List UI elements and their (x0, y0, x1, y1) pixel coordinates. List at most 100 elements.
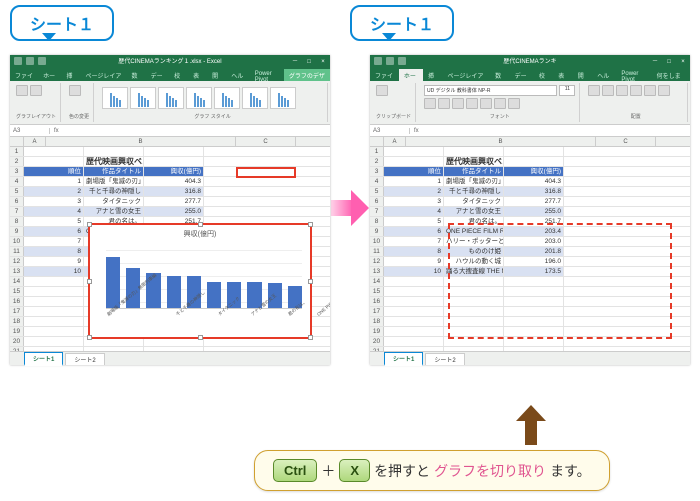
sheet-tabs[interactable]: シート1 シート2 (10, 351, 330, 365)
resize-handle-e[interactable] (308, 279, 313, 284)
tab-view[interactable]: 表示 (188, 69, 207, 81)
tab-developer[interactable]: 開発 (207, 69, 226, 81)
ribbon-group-chart-styles[interactable]: グラフ スタイル (98, 83, 328, 122)
window-controls[interactable]: －□× (288, 55, 330, 69)
ribbon-group-font[interactable]: UD デジタル 教科書体 NP-R 11 フォント (420, 83, 580, 122)
tag-tail-right (382, 33, 396, 41)
tab-powerpivot[interactable]: Power Pivot (250, 69, 284, 81)
formula-bar[interactable]: A3 fx (10, 125, 330, 137)
ribbon-group-layout[interactable]: グラフレイアウト (12, 83, 61, 122)
sheet-title: 歴代映画興収ベスト１０ (84, 157, 144, 166)
column-headers[interactable]: ABC (370, 137, 690, 147)
close-icon[interactable]: × (676, 55, 690, 69)
resize-handle-s[interactable] (198, 335, 203, 340)
ribbon-group-alignment[interactable]: 配置 (584, 83, 688, 122)
cut-selection-outline (448, 223, 672, 339)
tab-file[interactable]: ファイル (370, 69, 399, 81)
embedded-chart[interactable]: 興収(億円) 劇場版「鬼滅の刃」無限列車編千と千尋の神隠しタイタニックアナと雪の… (88, 223, 312, 339)
sheet-title: 歴代映画興収ベスト１０ (444, 157, 504, 166)
table-row[interactable]: 63タイタニック277.7 (370, 197, 690, 207)
instruction-caption: Ctrl ＋ X を押すとグラフを切り取ります。 (254, 450, 610, 491)
worksheet-grid[interactable]: ABC 12歴代映画興収ベスト１０3順位作品タイトル興収(億円)41劇場版「鬼滅… (370, 137, 690, 351)
quick-access-toolbar[interactable] (374, 57, 406, 65)
tab-chart-design[interactable]: グラフのデザイン (284, 69, 330, 81)
font-name-select[interactable]: UD デジタル 教科書体 NP-R (424, 85, 557, 96)
sheet-tab-1[interactable]: シート1 (384, 352, 423, 366)
tab-developer[interactable]: 開発 (573, 69, 592, 81)
col-rank-header: 順位 (24, 167, 84, 176)
key-ctrl: Ctrl (273, 459, 317, 482)
tab-data[interactable]: データ (510, 69, 534, 81)
resize-handle-ne[interactable] (308, 222, 313, 227)
resize-handle-se[interactable] (308, 335, 313, 340)
tab-help[interactable]: ヘルプ (592, 69, 616, 81)
caption-text-2: ます。 (550, 461, 591, 481)
tab-page-layout[interactable]: ページレイアウト (81, 69, 127, 81)
resize-handle-w[interactable] (87, 279, 92, 284)
table-row[interactable]: 74アナと雪の女王255.0 (10, 207, 330, 217)
name-box[interactable]: A3 (10, 128, 50, 134)
sheet-tab-1[interactable]: シート1 (24, 352, 63, 366)
tab-insert[interactable]: 挿入 (423, 69, 442, 81)
resize-handle-sw[interactable] (87, 335, 92, 340)
tab-file[interactable]: ファイル (10, 69, 38, 81)
formula-bar[interactable]: A3 fx (370, 125, 690, 137)
sheet-tab-2[interactable]: シート2 (425, 353, 464, 365)
ribbon-tabs[interactable]: ファイル ホーム 挿入 ページレイアウト 数式 データ 校閲 表示 開発 ヘルプ… (370, 69, 690, 81)
label-sheet-right: シート１ (350, 5, 454, 41)
fx-icon[interactable]: fx (50, 128, 63, 134)
tab-powerpivot[interactable]: Power Pivot (616, 69, 651, 81)
table-row[interactable]: 63タイタニック277.7 (10, 197, 330, 207)
sheet-tabs[interactable]: シート1 シート2 (370, 351, 690, 365)
chart-title: 興収(億円) (90, 225, 310, 239)
ribbon-group-clipboard[interactable]: クリップボード (372, 83, 416, 122)
fx-icon[interactable]: fx (410, 128, 423, 134)
minimize-icon[interactable]: － (288, 55, 302, 69)
tab-insert[interactable]: 挿入 (61, 69, 80, 81)
maximize-icon[interactable]: □ (662, 55, 676, 69)
tab-home[interactable]: ホーム (38, 69, 61, 81)
tab-view[interactable]: 表示 (553, 69, 572, 81)
maximize-icon[interactable]: □ (302, 55, 316, 69)
window-title: 歴代CINEMAランキ (503, 59, 556, 65)
sheet-tab-2[interactable]: シート2 (65, 353, 104, 365)
table-row[interactable]: 52千と千尋の神隠し316.8 (370, 187, 690, 197)
ribbon-home: クリップボード UD デジタル 教科書体 NP-R 11 フォント 配置 (370, 81, 690, 125)
tab-home[interactable]: ホーム (399, 69, 423, 81)
tab-formulas[interactable]: 数式 (127, 69, 146, 81)
chart-style-gallery[interactable] (102, 85, 323, 113)
col-title-header: 作品タイトル (84, 167, 144, 176)
ribbon-chart-design: グラフレイアウト 色の変更 グラフ スタイル (10, 81, 330, 125)
tag-tail-left (42, 33, 56, 41)
title-bar: 歴代CINEMAランキ －□× (370, 55, 690, 69)
key-x: X (339, 459, 370, 482)
table-row[interactable]: 41劇場版「鬼滅の刃」無限列車編404.3 (10, 177, 330, 187)
table-row[interactable]: 52千と千尋の神隠し316.8 (10, 187, 330, 197)
tab-help[interactable]: ヘルプ (226, 69, 250, 81)
resize-handle-n[interactable] (198, 222, 203, 227)
quick-access-toolbar[interactable] (14, 57, 46, 65)
resize-handle-nw[interactable] (87, 222, 92, 227)
ribbon-group-colors[interactable]: 色の変更 (65, 83, 94, 122)
caption-text-1: を押すと (374, 461, 430, 481)
tab-review[interactable]: 校閲 (534, 69, 553, 81)
column-headers[interactable]: ABC (10, 137, 330, 147)
table-row[interactable]: 41劇場版「鬼滅の刃」無限列車編404.3 (370, 177, 690, 187)
tab-tell-me[interactable]: 何をしますか (652, 69, 690, 81)
ribbon-tabs[interactable]: ファイル ホーム 挿入 ページレイアウト 数式 データ 校閲 表示 開発 ヘルプ… (10, 69, 330, 81)
col-rev-header: 興収(億円) (144, 167, 204, 176)
window-controls[interactable]: －□× (648, 55, 690, 69)
caption-accent: グラフを切り取り (434, 461, 546, 481)
worksheet-grid[interactable]: ABC 12歴代映画興収ベスト１０3順位作品タイトル興収(億円)41劇場版「鬼滅… (10, 137, 330, 351)
name-box[interactable]: A3 (370, 128, 410, 134)
label-sheet-left: シート１ (10, 5, 114, 41)
tab-data[interactable]: データ (146, 69, 170, 81)
tab-review[interactable]: 校閲 (169, 69, 188, 81)
excel-window-right: 歴代CINEMAランキ －□× ファイル ホーム 挿入 ページレイアウト 数式 … (370, 55, 690, 365)
minimize-icon[interactable]: － (648, 55, 662, 69)
font-size-select[interactable]: 11 (559, 85, 575, 96)
table-row[interactable]: 74アナと雪の女王255.0 (370, 207, 690, 217)
tab-formulas[interactable]: 数式 (490, 69, 509, 81)
close-icon[interactable]: × (316, 55, 330, 69)
tab-page-layout[interactable]: ページレイアウト (442, 69, 490, 81)
